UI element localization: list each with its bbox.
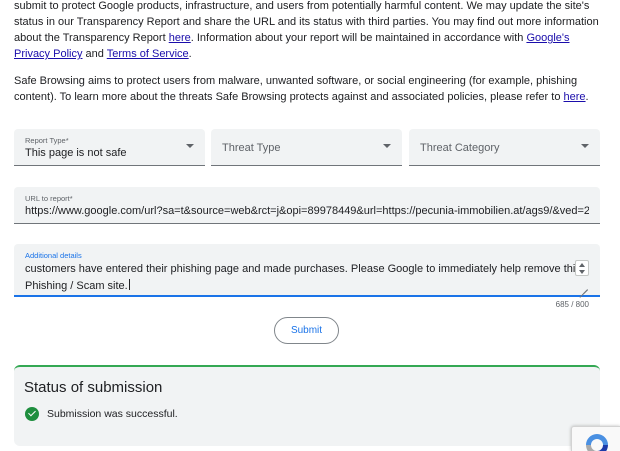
intro-text: . bbox=[585, 91, 589, 103]
scroll-spinner-icon[interactable] bbox=[575, 260, 589, 276]
text-cursor bbox=[128, 279, 130, 290]
resize-handle-icon[interactable] bbox=[580, 282, 588, 290]
terms-of-service-link[interactable]: Terms of Service bbox=[107, 48, 189, 60]
url-label: URL to report* bbox=[25, 194, 73, 203]
intro-text: . bbox=[188, 48, 192, 60]
character-counter: 685 / 800 bbox=[555, 300, 589, 309]
details-line-2: Phishing / Scam site. bbox=[25, 279, 130, 292]
threats-info-link[interactable]: here bbox=[564, 91, 586, 103]
transparency-report-link[interactable]: here bbox=[169, 32, 191, 44]
details-line-1: customers have entered their phishing pa… bbox=[25, 263, 581, 275]
url-input[interactable]: URL to report* https://www.google.com/ur… bbox=[14, 187, 600, 224]
additional-details-textarea[interactable]: Additional details customers have entere… bbox=[14, 244, 600, 297]
intro-text: and bbox=[82, 48, 107, 60]
intro-paragraph-1: submit to protect Google products, infra… bbox=[14, 0, 606, 62]
status-row: Submission was successful. bbox=[25, 407, 178, 421]
caret-down-icon bbox=[186, 144, 194, 148]
report-type-select[interactable]: Report Type* This page is not safe bbox=[14, 129, 205, 166]
intro-paragraph-2: Safe Browsing aims to protect users from… bbox=[14, 73, 606, 105]
threat-category-select[interactable]: Threat Category bbox=[409, 129, 600, 166]
recaptcha-icon bbox=[586, 434, 608, 451]
intro-text: Safe Browsing aims to protect users from… bbox=[14, 75, 578, 103]
threat-type-select[interactable]: Threat Type bbox=[211, 129, 402, 166]
caret-down-icon bbox=[581, 144, 589, 148]
report-type-value: This page is not safe bbox=[25, 147, 127, 159]
status-message: Submission was successful. bbox=[47, 408, 178, 420]
additional-details-label: Additional details bbox=[25, 251, 82, 260]
recaptcha-badge[interactable] bbox=[571, 426, 620, 451]
intro-text: . Information about your report will be … bbox=[190, 32, 527, 44]
status-title: Status of submission bbox=[24, 379, 163, 396]
submit-button[interactable]: Submit bbox=[274, 317, 339, 344]
threat-category-placeholder: Threat Category bbox=[420, 142, 500, 154]
caret-down-icon bbox=[383, 144, 391, 148]
status-card: Status of submission Submission was succ… bbox=[14, 365, 600, 446]
url-value: https://www.google.com/url?sa=t&source=w… bbox=[25, 205, 589, 217]
threat-type-placeholder: Threat Type bbox=[222, 142, 281, 154]
report-type-label: Report Type* bbox=[25, 136, 69, 145]
check-circle-icon bbox=[25, 407, 39, 421]
details-line-2-text: Phishing / Scam site. bbox=[25, 280, 128, 292]
